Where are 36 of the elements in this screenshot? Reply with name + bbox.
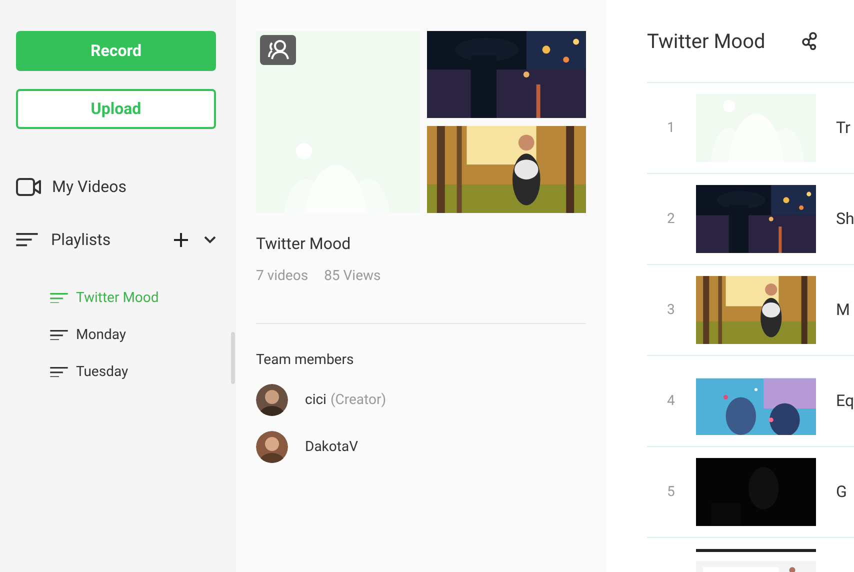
video-title: Tr [836,117,850,139]
share-icon[interactable] [802,32,818,50]
video-title: Eq [836,390,854,412]
add-icon[interactable] [174,233,188,247]
playlist-title: Twitter Mood [647,28,766,55]
playlist-item[interactable]: Tuesday [50,363,220,381]
video-number: 4 [666,392,676,411]
member-name: cici [305,391,326,410]
video-title: G [836,481,847,503]
video-count: 7 videos [256,267,308,286]
video-title: Sh [836,208,854,230]
my-videos-link[interactable]: My Videos [16,175,220,199]
video-row[interactable]: 4 Eq [647,356,854,447]
team-heading: Team members [256,351,355,370]
view-count: 85 Views [324,267,381,286]
list-icon [50,366,68,378]
list-icon [16,233,38,247]
video-number: 2 [666,210,676,229]
member-role: (Creator) [330,391,386,410]
video-row[interactable]: 3 M [647,265,854,356]
playlist-title: Twitter Mood [256,233,352,255]
video-camera-icon [16,177,42,197]
list-icon [50,330,68,340]
list-icon [50,292,68,304]
video-number: 1 [666,119,676,138]
video-row[interactable]: 2 Sh [647,174,854,265]
video-row[interactable]: 5 G [647,447,854,538]
video-number: 5 [666,483,676,502]
chevron-icon[interactable] [204,236,216,244]
playlists-header[interactable]: Playlists [51,228,174,252]
video-number: 3 [666,301,676,320]
member-name: DakotaV [305,438,358,457]
image-placeholder-icon [256,31,420,213]
video-title: M [836,299,850,321]
playlist-item[interactable]: Monday [50,326,220,344]
team-icon [260,35,296,65]
